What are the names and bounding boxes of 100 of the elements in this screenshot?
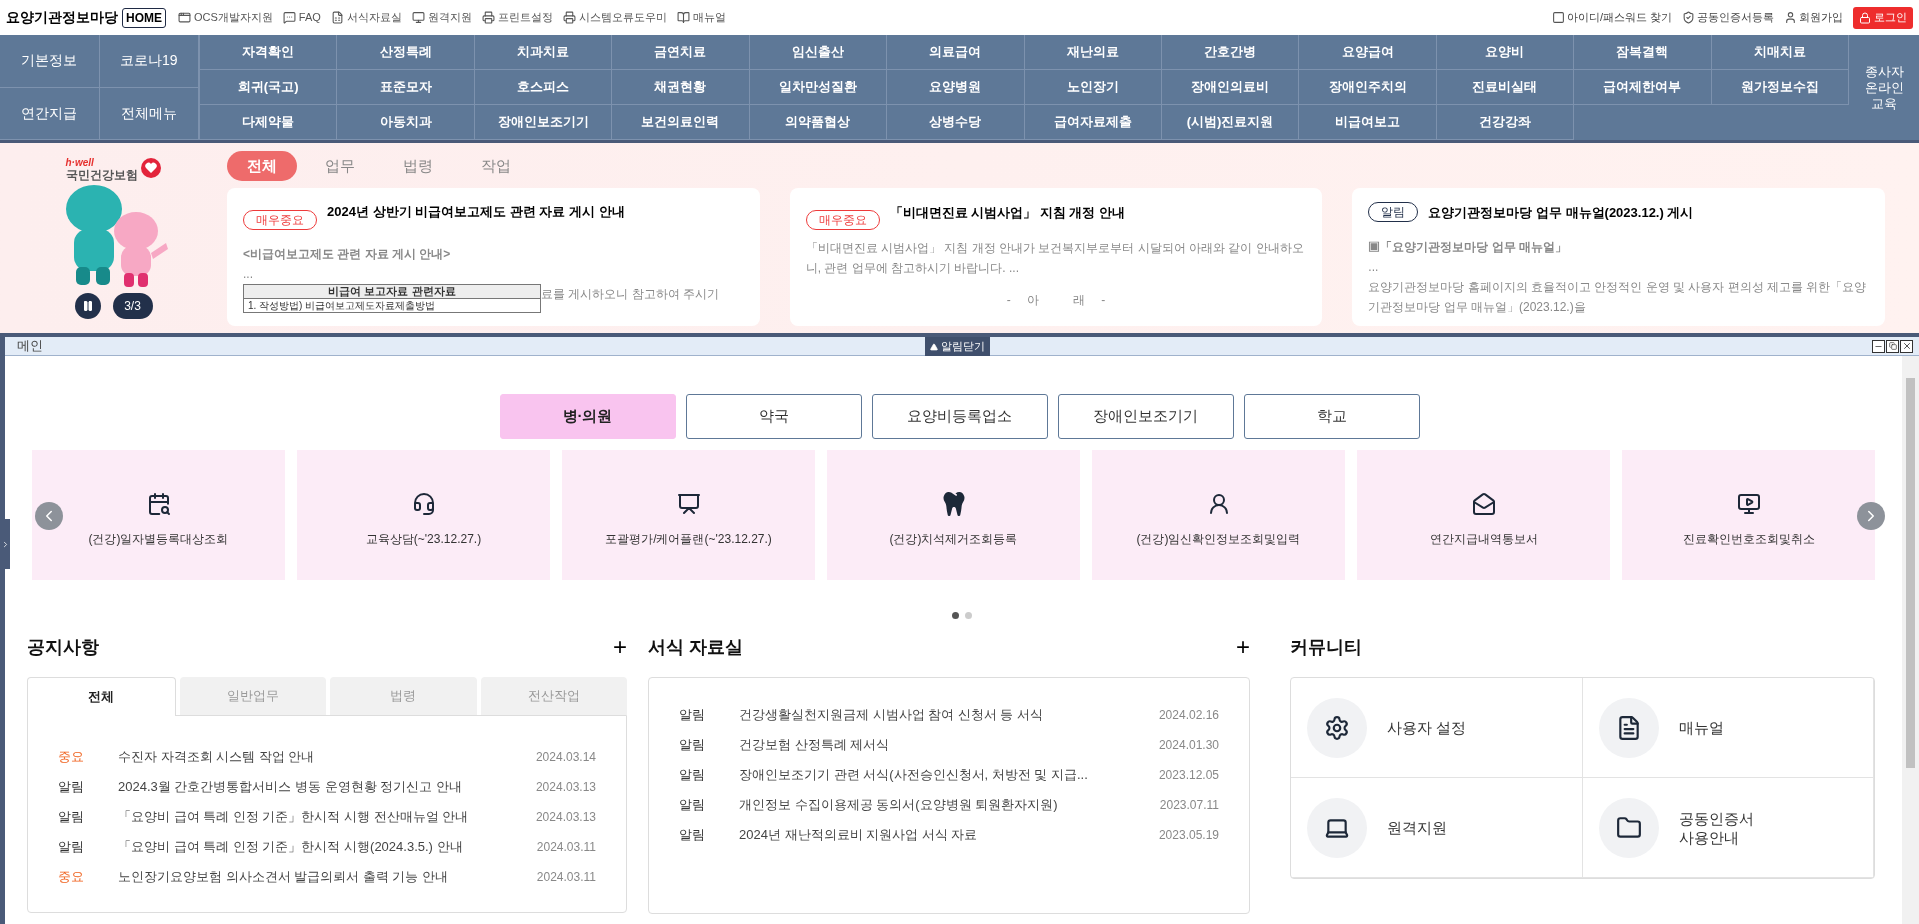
nav-menu-item[interactable]: 아동치과 <box>337 105 475 140</box>
nav-menu-item[interactable]: 산정특례 <box>337 35 475 70</box>
notice-link[interactable]: 「요양비 급여 특례 인정 기준」한시적 시행(2024.3.5.) 안내 <box>118 837 537 857</box>
nav-menu-item[interactable]: 잠복결핵 <box>1574 35 1712 70</box>
nav-menu-item[interactable]: 치매치료 <box>1711 35 1849 70</box>
nav-menu-item[interactable]: 원가정보수집 <box>1711 70 1849 105</box>
scrollbar-thumb[interactable] <box>1906 378 1915 768</box>
community-item[interactable]: 원격지원 <box>1291 778 1583 878</box>
nav-menu-item[interactable]: 급여제한여부 <box>1574 70 1712 105</box>
nav-menu-item[interactable]: 자격확인 <box>200 35 338 70</box>
notice-link[interactable]: 2024.3월 간호간병통합서비스 병동 운영현황 정기신고 안내 <box>118 777 536 797</box>
next-button[interactable] <box>1857 502 1885 530</box>
service-card[interactable]: 교육상담(~'23.12.27.) <box>297 450 550 580</box>
nav-menu-item[interactable]: 장애인보조기기 <box>474 105 613 140</box>
nav-menu-item[interactable]: 급여자료제출 <box>1024 105 1162 140</box>
nav-menu-item[interactable]: 의약품협상 <box>749 105 888 140</box>
nav-menu-item[interactable]: 요양급여 <box>1299 35 1437 70</box>
community-item[interactable]: 매뉴얼 <box>1582 678 1874 778</box>
nav-menu-item[interactable]: 표준모자 <box>337 70 475 105</box>
pause-button[interactable] <box>74 293 101 319</box>
service-card[interactable]: (건강)임신확인정보조회및입력 <box>1092 450 1345 580</box>
scrollbar[interactable] <box>1902 356 1919 924</box>
notice-tab[interactable]: 전산작업 <box>480 677 627 715</box>
nav-menu-item[interactable]: 보건의료인력 <box>612 105 750 140</box>
category-tab[interactable]: 요양비등록업소 <box>871 394 1048 439</box>
form-link[interactable]: 건강생활실천지원금제 시범사업 참여 신청서 등 서식 <box>739 705 1159 725</box>
nav-menu-item[interactable]: 채권현황 <box>612 70 750 105</box>
notice-link[interactable]: 노인장기요양보험 의사소견서 발급의뢰서 출력 기능 안내 <box>118 867 537 887</box>
nav-menu-item[interactable]: 다제약물 <box>200 105 338 140</box>
minimize-button[interactable] <box>1872 339 1885 353</box>
notice-link[interactable]: 「요양비 급여 특례 인정 기준」한시적 시행 전산매뉴얼 안내 <box>118 807 536 827</box>
more-button[interactable]: + <box>1236 635 1250 659</box>
notice-link[interactable]: 수진자 자격조회 시스템 작업 안내 <box>118 747 536 767</box>
banner-tab[interactable]: 전체 <box>227 151 297 181</box>
form-link[interactable]: 2024년 재난적의료비 지원사업 서식 자료 <box>739 825 1159 845</box>
form-link[interactable]: 개인정보 수집이용제공 동의서(요양병원 퇴원환자지원) <box>739 795 1160 815</box>
login-button[interactable]: 로그인 <box>1853 6 1913 29</box>
top-link[interactable]: 서식자료실 <box>330 9 402 26</box>
form-date: 2024.01.30 <box>1158 737 1219 754</box>
banner-tab[interactable]: 법령 <box>383 151 453 181</box>
top-link[interactable]: FAQ <box>282 9 321 26</box>
nav-side-item[interactable]: 종사자 온라인 교육 <box>1849 35 1919 140</box>
nav-menu-item[interactable]: 비급여보고 <box>1299 105 1437 140</box>
home-button[interactable]: HOME <box>122 7 166 28</box>
nav-side-item[interactable]: 연간지급 <box>0 87 100 140</box>
notice-tab[interactable]: 전체 <box>27 677 176 716</box>
nav-menu-item[interactable]: 간호간병 <box>1161 35 1300 70</box>
category-tab[interactable]: 장애인보조기기 <box>1057 394 1234 439</box>
nav-menu-item[interactable]: 희귀(국고) <box>200 70 338 105</box>
category-tab[interactable]: 학교 <box>1243 394 1420 439</box>
nav-side-item[interactable]: 기본정보 <box>0 35 100 88</box>
notice-card[interactable]: 매우중요 2024년 상반기 비급여보고제도 관련 자료 게시 안내 <비급여보고제도 관련 자료 게시 안내> ... 비급여 보고자료 관련자료 1. 작성방법) 비급여보고제도자료제출방법 료를 게시하오니 참고하여 주시기 <box>227 188 760 326</box>
nav-menu-item[interactable]: (시범)진료지원 <box>1161 105 1300 140</box>
nav-menu-item[interactable]: 요양비 <box>1436 35 1575 70</box>
top-link[interactable]: 원격지원 <box>411 9 472 26</box>
site-title[interactable]: 요양기관정보마당 <box>6 7 118 28</box>
nav-menu-item[interactable]: 치과치료 <box>474 35 613 70</box>
notice-card[interactable]: 알림 요양기관정보마당 업무 매뉴얼(2023.12.) 게시 ▣「요양기관정보마당 업무 매뉴얼」 ... 요양기관정보마당 홈페이지의 효율적이고 안정적인 운영 및 사용자 편의성 제고를 위한「요양기관정보마당 업무 매뉴얼」(2023.12.)을 <box>1352 188 1885 326</box>
service-card[interactable]: (건강)치석제거조회등록 <box>827 450 1080 580</box>
top-link[interactable]: OCS개발자지원 <box>178 9 273 26</box>
service-card[interactable]: (건강)일자별등록대상조회 <box>32 450 285 580</box>
top-link[interactable]: 시스템오류도우미 <box>562 9 667 26</box>
account-link[interactable]: 아이디/패스워드 찾기 <box>1551 9 1672 26</box>
notice-tab[interactable]: 법령 <box>330 677 477 715</box>
nav-menu-item[interactable]: 재난의료 <box>1024 35 1162 70</box>
service-card[interactable]: 진료확인번호조회및취소 <box>1622 450 1875 580</box>
more-button[interactable]: + <box>613 635 627 659</box>
nav-menu-item[interactable]: 상병수당 <box>887 105 1025 140</box>
notice-tab[interactable]: 일반업무 <box>179 677 326 715</box>
nav-menu-item[interactable]: 호스피스 <box>474 70 613 105</box>
nav-menu-item[interactable]: 장애인주치의 <box>1299 70 1437 105</box>
category-tab[interactable]: 약국 <box>685 394 862 439</box>
nav-menu-item[interactable]: 장애인의료비 <box>1161 70 1300 105</box>
form-link[interactable]: 건강보험 산정특례 제서식 <box>739 735 1159 755</box>
close-alerts-button[interactable]: 알림닫기 <box>925 337 990 356</box>
close-button[interactable] <box>1900 339 1913 353</box>
nav-menu-item[interactable]: 요양병원 <box>887 70 1025 105</box>
notice-card[interactable]: 매우중요 「비대면진료 시범사업」 지침 개정 안내 「비대면진료 시범사업」 지침 개정 안내가 보건복지부로부터 시달되어 아래와 같이 안내하오니, 관련 업무에 참고하시기 바랍니다. ... - 아 래 - <box>789 188 1323 326</box>
nav-side-item[interactable]: 전체메뉴 <box>99 87 199 140</box>
restore-button[interactable] <box>1886 339 1899 353</box>
banner-tab[interactable]: 업무 <box>305 151 375 181</box>
top-link[interactable]: 프린트설정 <box>481 9 553 26</box>
banner-tab[interactable]: 작업 <box>461 151 531 181</box>
nav-menu-item[interactable]: 노인장기 <box>1024 70 1162 105</box>
nav-side-item[interactable]: 코로나19 <box>99 35 199 88</box>
service-card[interactable]: 연간지급내역통보서 <box>1357 450 1610 580</box>
form-link[interactable]: 장애인보조기기 관련 서식(사전승인신청서, 처방전 및 지급... <box>739 765 1159 785</box>
community-item[interactable]: 사용자 설정 <box>1291 678 1583 778</box>
nav-menu-item[interactable]: 일차만성질환 <box>749 70 888 105</box>
nav-menu-item[interactable]: 건강강좌 <box>1436 105 1575 140</box>
nav-menu-item[interactable]: 임신출산 <box>749 35 888 70</box>
community-item[interactable]: 공동인증서 사용안내 <box>1582 778 1874 878</box>
nav-menu-item[interactable]: 의료급여 <box>887 35 1025 70</box>
top-link[interactable]: 매뉴얼 <box>676 9 726 26</box>
account-link[interactable]: 공동인증서등록 <box>1682 9 1774 26</box>
nav-menu-item[interactable]: 진료비실태 <box>1436 70 1575 105</box>
service-card[interactable]: 포괄평가/케어플랜(~'23.12.27.) <box>562 450 815 580</box>
account-link[interactable]: 회원가입 <box>1784 9 1843 26</box>
nav-menu-item[interactable]: 금연치료 <box>612 35 750 70</box>
category-tab[interactable]: 병·의원 <box>499 394 676 439</box>
